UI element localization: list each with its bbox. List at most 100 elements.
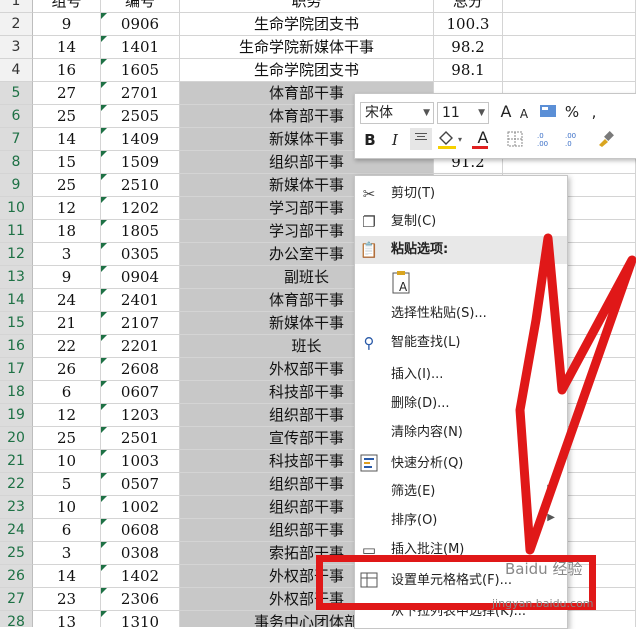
cell[interactable]: 10 (33, 496, 101, 519)
cell[interactable]: 5 (33, 473, 101, 496)
cell[interactable] (503, 0, 636, 13)
cell[interactable]: 1805 (101, 220, 180, 243)
row-header[interactable]: 2 (0, 13, 33, 36)
cell[interactable]: 0608 (101, 519, 180, 542)
cell[interactable]: 14 (33, 128, 101, 151)
cell[interactable]: 25 (33, 174, 101, 197)
cell[interactable]: 22 (33, 335, 101, 358)
format-painter-style-button[interactable] (537, 102, 559, 124)
row-header[interactable]: 4 (0, 59, 33, 82)
cell[interactable]: 3 (33, 542, 101, 565)
row-header[interactable]: 13 (0, 266, 33, 289)
font-color-button[interactable]: A (469, 128, 497, 150)
cell[interactable]: 1605 (101, 59, 180, 82)
cell[interactable]: 98.2 (434, 36, 503, 59)
row-header[interactable]: 16 (0, 335, 33, 358)
percent-style-button[interactable]: % (563, 102, 581, 124)
cell[interactable]: 2501 (101, 427, 180, 450)
cell[interactable]: 15 (33, 151, 101, 174)
cell[interactable]: 6 (33, 519, 101, 542)
font-size-dropdown[interactable]: 11 ▼ (437, 102, 489, 124)
cell[interactable]: 9 (33, 13, 101, 36)
row-header[interactable]: 6 (0, 105, 33, 128)
cell[interactable]: 1402 (101, 565, 180, 588)
row-header[interactable]: 18 (0, 381, 33, 404)
row-header[interactable]: 28 (0, 611, 33, 627)
cell[interactable]: 26 (33, 358, 101, 381)
cell[interactable]: 2510 (101, 174, 180, 197)
cell[interactable]: 2608 (101, 358, 180, 381)
cell[interactable]: 职务 (180, 0, 434, 13)
cell[interactable]: 2701 (101, 82, 180, 105)
grow-font-button[interactable]: A (497, 102, 515, 124)
row-header[interactable]: 3 (0, 36, 33, 59)
cell[interactable]: 2505 (101, 105, 180, 128)
font-name-dropdown[interactable]: 宋体 ▼ (360, 102, 434, 124)
cell[interactable] (503, 59, 636, 82)
align-center-button[interactable] (410, 128, 432, 150)
cell[interactable]: 14 (33, 565, 101, 588)
cell[interactable]: 生命学院团支书 (180, 13, 434, 36)
cell[interactable]: 2401 (101, 289, 180, 312)
row-header[interactable]: 27 (0, 588, 33, 611)
cell[interactable]: 1203 (101, 404, 180, 427)
row-header[interactable]: 26 (0, 565, 33, 588)
cell[interactable] (503, 36, 636, 59)
cell[interactable]: 16 (33, 59, 101, 82)
cell[interactable]: 27 (33, 82, 101, 105)
row-header[interactable]: 17 (0, 358, 33, 381)
cell[interactable]: 21 (33, 312, 101, 335)
fill-color-button[interactable]: ▾ (435, 130, 465, 152)
row-header[interactable]: 7 (0, 128, 33, 151)
cell[interactable]: 1509 (101, 151, 180, 174)
cell[interactable]: 100.3 (434, 13, 503, 36)
cell[interactable]: 98.1 (434, 59, 503, 82)
borders-button[interactable] (505, 130, 531, 152)
cell[interactable]: 23 (33, 588, 101, 611)
cell[interactable]: 6 (33, 381, 101, 404)
cell[interactable]: 1002 (101, 496, 180, 519)
cell[interactable]: 0308 (101, 542, 180, 565)
row-header[interactable]: 22 (0, 473, 33, 496)
cell[interactable]: 生命学院团支书 (180, 59, 434, 82)
row-header[interactable]: 19 (0, 404, 33, 427)
italic-button[interactable]: I (385, 130, 405, 152)
cell[interactable]: 10 (33, 450, 101, 473)
cell[interactable]: 12 (33, 197, 101, 220)
cell[interactable]: 2201 (101, 335, 180, 358)
row-header[interactable]: 24 (0, 519, 33, 542)
cell[interactable]: 1310 (101, 611, 180, 627)
decrease-decimal-button[interactable]: .00.0 (563, 130, 589, 152)
cell[interactable]: 14 (33, 36, 101, 59)
cell[interactable]: 组号 (33, 0, 101, 13)
cell[interactable]: 0904 (101, 266, 180, 289)
row-header[interactable]: 21 (0, 450, 33, 473)
cell[interactable]: 1003 (101, 450, 180, 473)
cell[interactable]: 总分 (434, 0, 503, 13)
row-header[interactable]: 1 (0, 0, 33, 13)
cell[interactable]: 1401 (101, 36, 180, 59)
row-header[interactable]: 20 (0, 427, 33, 450)
cell[interactable]: 0507 (101, 473, 180, 496)
cell[interactable]: 2107 (101, 312, 180, 335)
cell[interactable]: 生命学院新媒体干事 (180, 36, 434, 59)
cell[interactable]: 2306 (101, 588, 180, 611)
increase-decimal-button[interactable]: .0.00 (535, 130, 561, 152)
cell[interactable]: 0607 (101, 381, 180, 404)
cell[interactable] (503, 13, 636, 36)
comma-style-button[interactable]: , (587, 102, 601, 124)
row-header[interactable]: 15 (0, 312, 33, 335)
cell[interactable]: 1409 (101, 128, 180, 151)
format-painter-button[interactable] (595, 130, 617, 152)
row-header[interactable]: 9 (0, 174, 33, 197)
row-header[interactable]: 5 (0, 82, 33, 105)
cell[interactable]: 编号 (101, 0, 180, 13)
cell[interactable]: 25 (33, 105, 101, 128)
cell[interactable]: 24 (33, 289, 101, 312)
menu-item-cut[interactable]: ✂ 剪切(T) (355, 180, 567, 208)
row-header[interactable]: 14 (0, 289, 33, 312)
row-header[interactable]: 10 (0, 197, 33, 220)
cell[interactable]: 25 (33, 427, 101, 450)
cell[interactable]: 1202 (101, 197, 180, 220)
row-header[interactable]: 11 (0, 220, 33, 243)
